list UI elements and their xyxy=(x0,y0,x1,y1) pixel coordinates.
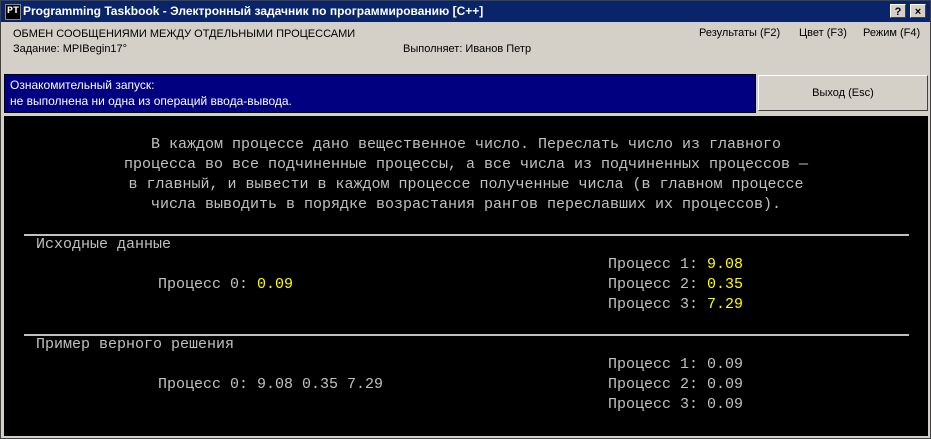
process-value: 0.09 xyxy=(707,356,744,373)
exit-button[interactable]: Выход (Esc) xyxy=(758,75,928,111)
title-bar[interactable]: PT Programming Taskbook - Электронный за… xyxy=(1,1,930,22)
process-label: Процесс 3: xyxy=(608,396,699,413)
results-menu[interactable]: Результаты (F2) xyxy=(699,27,780,39)
color-menu[interactable]: Цвет (F3) xyxy=(799,27,847,39)
app-icon: PT xyxy=(5,4,21,20)
task-name: Задание: MPIBegin17° xyxy=(13,43,128,55)
window-title: Programming Taskbook - Электронный задач… xyxy=(23,4,484,18)
mode-menu[interactable]: Режим (F4) xyxy=(863,27,920,39)
description-line: числа выводить в порядке возрастания ран… xyxy=(150,196,782,213)
process-value: 7.29 xyxy=(707,296,744,313)
process-value: 0.35 xyxy=(707,276,744,293)
example-process-0: Процесс 0: 9.08 0.35 7.29 xyxy=(158,376,383,393)
performer-name: Выполняет: Иванов Петр xyxy=(403,43,532,55)
example-heading: Пример верного решения xyxy=(36,336,235,353)
example-process-1: Процесс 1: 0.09 xyxy=(608,356,743,373)
status-line-2: не выполнена ни одна из операций ввода-в… xyxy=(10,94,292,108)
input-process-3: Процесс 3: 7.29 xyxy=(608,296,743,313)
process-label: Процесс 2: xyxy=(608,376,699,393)
process-value: 0.09 xyxy=(707,376,744,393)
input-process-0: Процесс 0: 0.09 xyxy=(158,276,293,293)
input-process-2: Процесс 2: 0.35 xyxy=(608,276,743,293)
help-button[interactable]: ? xyxy=(890,4,906,18)
description-line: в главный, и вывести в каждом процессе п… xyxy=(128,176,804,193)
process-label: Процесс 3: xyxy=(608,296,699,313)
process-label: Процесс 1: xyxy=(608,256,699,273)
process-value: 0.09 xyxy=(707,396,744,413)
process-label: Процесс 0: xyxy=(158,376,249,393)
input-heading: Исходные данные xyxy=(36,236,172,253)
description-line: В каждом процессе дано вещественное числ… xyxy=(150,136,782,153)
status-line-1: Ознакомительный запуск: xyxy=(10,78,155,92)
process-value: 9.08 xyxy=(707,256,744,273)
app-window: PT Programming Taskbook - Электронный за… xyxy=(0,0,931,439)
close-button[interactable]: × xyxy=(910,4,926,18)
example-process-3: Процесс 3: 0.09 xyxy=(608,396,743,413)
task-console: В каждом процессе дано вещественное числ… xyxy=(4,116,928,436)
header-panel: ОБМЕН СООБЩЕНИЯМИ МЕЖДУ ОТДЕЛЬНЫМИ ПРОЦЕ… xyxy=(1,23,930,73)
process-label: Процесс 0: xyxy=(158,276,249,293)
description-line: процесса во все подчиненные процессы, а … xyxy=(123,156,809,173)
section-title: ОБМЕН СООБЩЕНИЯМИ МЕЖДУ ОТДЕЛЬНЫМИ ПРОЦЕ… xyxy=(13,28,356,40)
status-panel: Ознакомительный запуск: не выполнена ни … xyxy=(4,74,756,113)
example-process-2: Процесс 2: 0.09 xyxy=(608,376,743,393)
input-process-1: Процесс 1: 9.08 xyxy=(608,256,743,273)
process-value: 0.09 xyxy=(257,276,294,293)
process-value: 9.08 0.35 7.29 xyxy=(257,376,384,393)
process-label: Процесс 1: xyxy=(608,356,699,373)
process-label: Процесс 2: xyxy=(608,276,699,293)
